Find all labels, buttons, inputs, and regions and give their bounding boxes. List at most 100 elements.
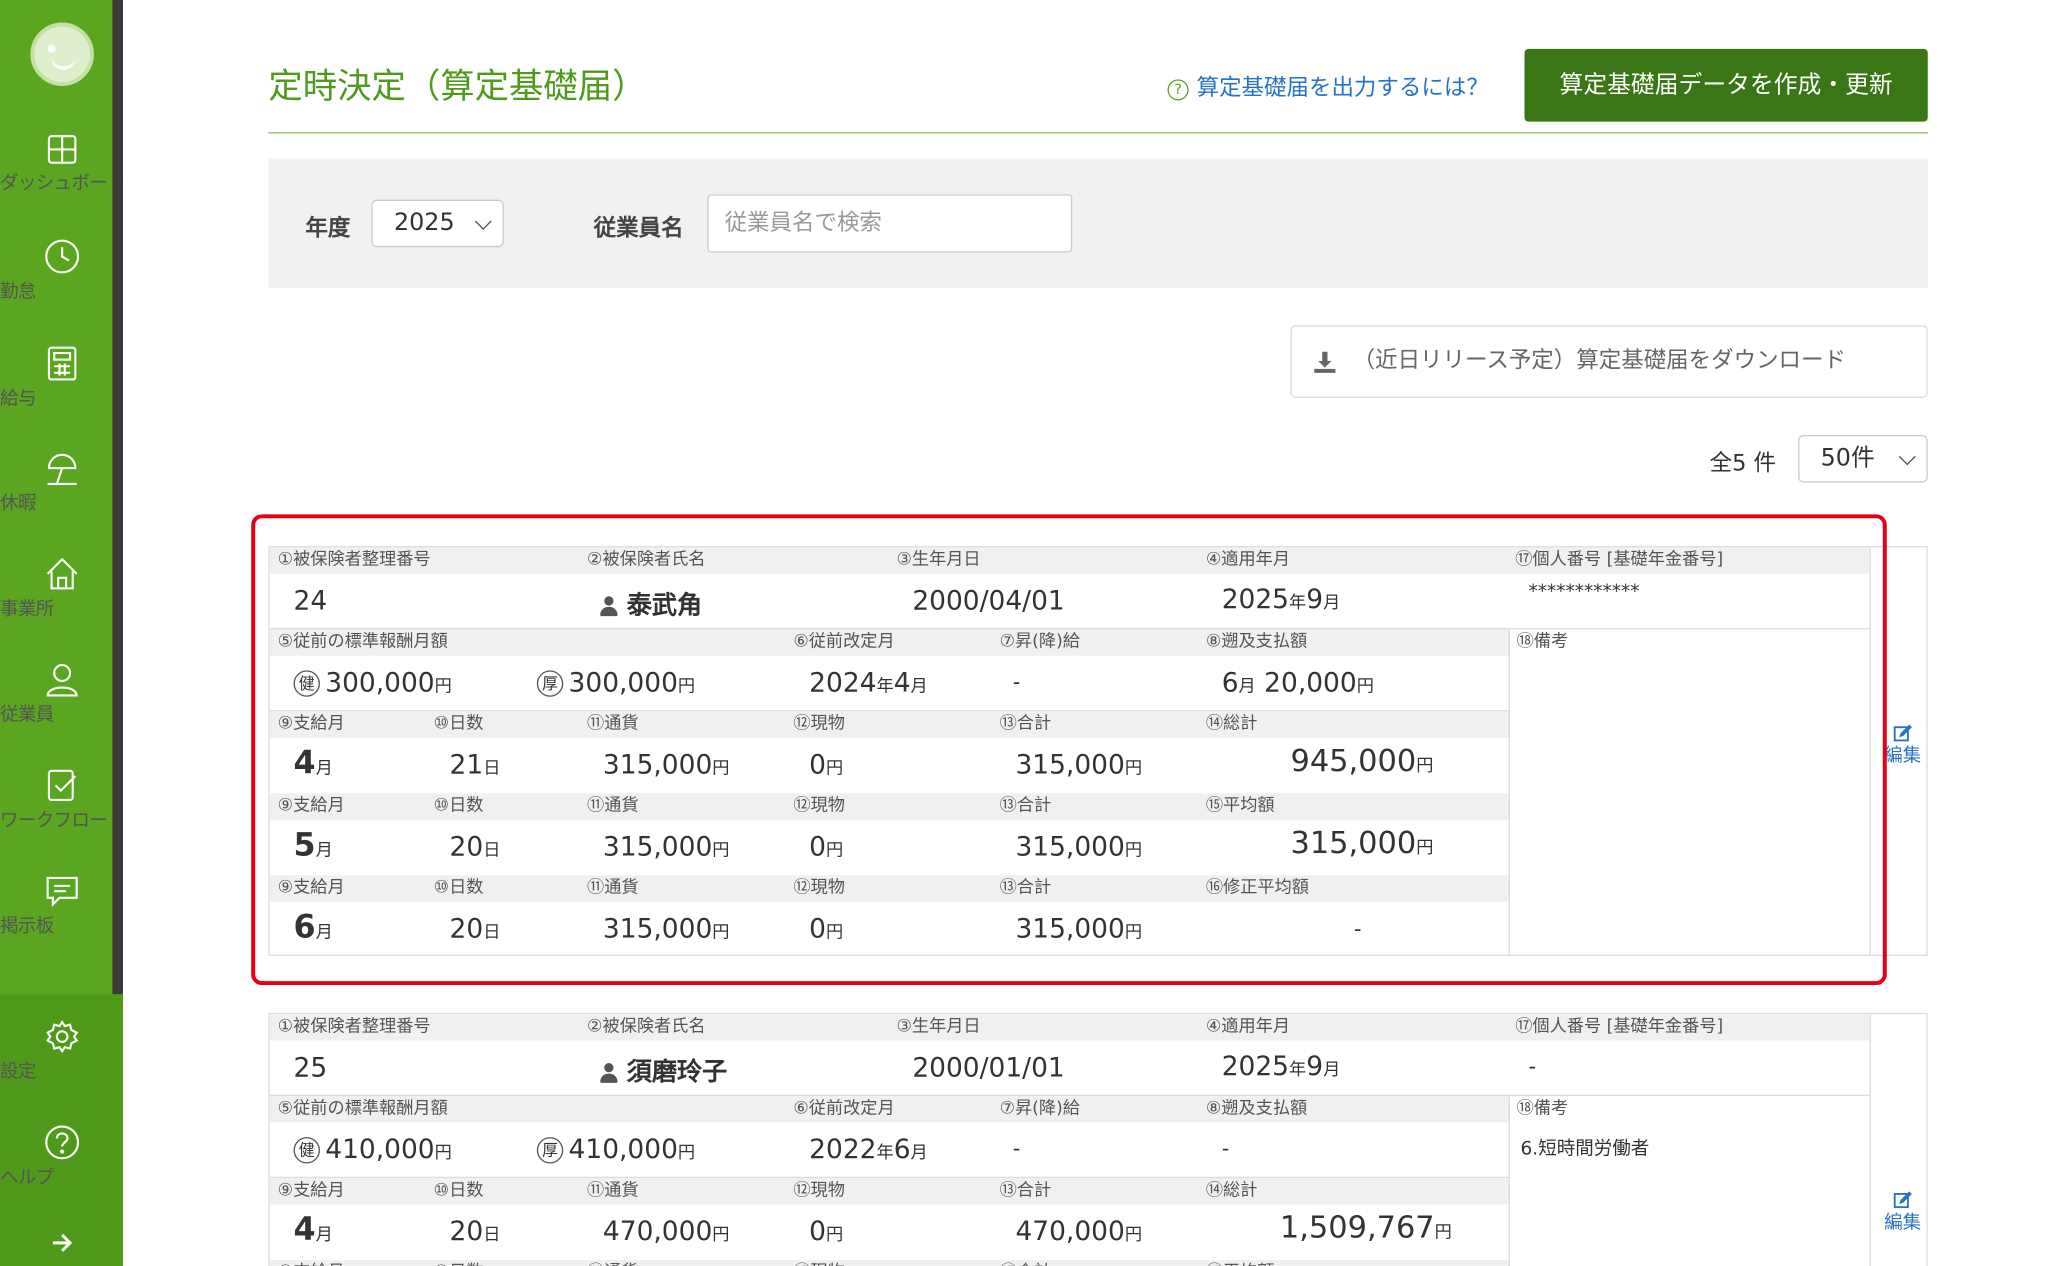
apply-month: 9 (1306, 583, 1324, 615)
name-label: ②被保険者氏名 (587, 1016, 706, 1037)
per-page-select[interactable]: 50件 (1798, 435, 1928, 483)
edit-link[interactable]: 編集 (1879, 723, 1927, 768)
retro-value: 6月 20,000円 (1222, 666, 1374, 698)
insured-name-text: 須磨玲子 (626, 1057, 728, 1087)
chevron-down-icon (1898, 448, 1916, 466)
inkind-label: ⑫現物 (793, 877, 845, 898)
raise-value: - (1012, 1135, 1021, 1161)
insured-name-text: 泰武角 (626, 591, 703, 621)
prev-pension-value: 厚 300,000円 (536, 666, 695, 698)
sidebar-item-help[interactable]: ヘルプ (0, 1124, 123, 1189)
apply-ym-label: ④適用年月 (1205, 550, 1291, 570)
help-icon (44, 1125, 79, 1160)
retro-value: - (1221, 1135, 1230, 1161)
label-row: ⑤従前の標準報酬月額 ⑥従前改定月 ⑦昇(降)給 ⑧遡及支払額 (269, 629, 1509, 656)
currency-amount: 315,000 (602, 912, 713, 945)
edit-column: 編集 (1869, 547, 1929, 955)
sidebar-item-board[interactable]: 掲示板 (0, 873, 123, 937)
unit-yen: 円 (712, 1225, 730, 1246)
avatar[interactable] (30, 22, 94, 86)
sidebar-item-label: ワークフロー (0, 810, 108, 832)
create-update-button[interactable]: 算定基礎届データを作成・更新 (1524, 48, 1928, 122)
retro-amount: 20,000 (1264, 666, 1357, 699)
sidebar-scrollbar[interactable] (112, 0, 123, 995)
subtotal-value: 315,000円 (1015, 830, 1142, 862)
label-row: ①被保険者整理番号 ②被保険者氏名 ③生年月日 ④適用年月 ⑰個人番号 [基礎年… (269, 1014, 1870, 1041)
calculator-icon (47, 346, 76, 381)
help-link-text: 算定基礎届を出力するには？ (1196, 75, 1489, 102)
sidebar-item-label: ダッシュボード (0, 173, 126, 195)
sidebar-item-label: 従業員 (0, 704, 54, 726)
pay-month-number: 6 (293, 908, 316, 946)
unit-day: 日 (483, 922, 501, 943)
inkind-label: ⑫現物 (793, 1260, 845, 1266)
unit-year: 年 (876, 676, 894, 697)
unit-day: 日 (483, 758, 501, 779)
sidebar-bottom: 設定 ヘルプ (0, 994, 123, 1266)
sidebar-item-attendance[interactable]: 勤怠 (0, 238, 123, 303)
health-mark: 健 (293, 1137, 320, 1164)
currency-label: ⑪通貨 (587, 713, 639, 734)
sidebar-item-settings[interactable]: 設定 (0, 1018, 123, 1083)
sidebar-item-workflow[interactable]: ワークフロー (0, 767, 123, 832)
prev-revision-value: 2022年6月 (809, 1133, 928, 1165)
pay-month-value: 6月 (294, 908, 333, 945)
subtotal-amount: 315,000 (1015, 830, 1125, 863)
sidebar-item-leave[interactable]: 休暇 (0, 450, 123, 514)
help-link[interactable]: ? 算定基礎届を出力するには？ (1167, 69, 1489, 102)
chat-icon (45, 876, 78, 907)
unit-year: 年 (1289, 1060, 1307, 1081)
unit-yen: 円 (1124, 758, 1143, 779)
days-value: 20日 (450, 1215, 501, 1247)
inkind-value: 0円 (809, 1215, 843, 1247)
employee-search-input[interactable] (707, 194, 1073, 253)
subtotal-label: ⑬合計 (999, 795, 1052, 816)
edit-link[interactable]: 編集 (1879, 1190, 1927, 1235)
per-page-value: 50件 (1820, 444, 1875, 473)
days-label: ⑩日数 (433, 795, 484, 816)
days-number: 20 (449, 912, 484, 945)
subtotal-label: ⑬合計 (999, 713, 1052, 734)
edit-icon (1893, 724, 1912, 742)
apply-ym-value: 2025年9月 (1222, 1050, 1341, 1082)
sidebar-item-employees[interactable]: 従業員 (0, 661, 123, 726)
sidebar-item-dashboard[interactable]: ダッシュボード (0, 132, 126, 194)
download-button-label: （近日リリース予定）算定基礎届をダウンロード (1352, 347, 1846, 375)
inkind-amount: 0 (809, 830, 827, 863)
sidebar-item-label: 勤怠 (0, 281, 36, 303)
sidebar: ダッシュボード 勤怠 給与 休暇 事業所 従業員 ワークフロー 掲示板 設定 ヘ… (0, 0, 126, 1266)
sidebar-item-office[interactable]: 事業所 (0, 555, 123, 620)
inkind-label: ⑫現物 (793, 713, 845, 734)
unit-yen: 円 (677, 1143, 696, 1164)
label-row: ⑨支給月 ⑩日数 ⑪通貨 ⑫現物 ⑬合計 ⑭総計 (269, 711, 1509, 738)
edit-link-label: 編集 (1884, 1212, 1922, 1234)
year-select[interactable]: 2025 (371, 199, 504, 248)
currency-value: 315,000円 (603, 748, 730, 780)
birth-value: 2000/04/01 (912, 584, 1065, 617)
unit-month: 月 (315, 922, 333, 943)
download-button[interactable]: （近日リリース予定）算定基礎届をダウンロード (1290, 325, 1928, 398)
personal-no-value: ************ (1528, 581, 1640, 603)
days-label: ⑩日数 (433, 877, 484, 898)
unit-year: 年 (876, 1143, 894, 1164)
birth-label: ③生年月日 (896, 550, 981, 570)
prev-rev-month: 4 (893, 666, 911, 699)
pay-month-label: ⑨支給月 (277, 795, 345, 816)
sidebar-item-payroll[interactable]: 給与 (0, 345, 123, 410)
personal-no-label: ⑰個人番号 [基礎年金番号] (1515, 1016, 1724, 1037)
sidebar-item-label: 休暇 (0, 493, 36, 515)
pay-month-number: 5 (293, 826, 316, 864)
currency-label: ⑪通貨 (587, 877, 639, 898)
prev-rev-year: 2024 (809, 666, 877, 699)
unit-yen: 円 (434, 676, 452, 697)
year-select-value: 2025 (394, 208, 455, 237)
prev-std-label: ⑤従前の標準報酬月額 (277, 1098, 448, 1119)
inkind-value: 0円 (809, 748, 843, 780)
unit-month: 月 (315, 1225, 333, 1246)
unit-month: 月 (910, 676, 928, 697)
insured-no-label: ①被保険者整理番号 (277, 1016, 431, 1037)
chevron-down-icon (474, 213, 492, 230)
remarks-value: 6.短時間労働者 (1520, 1138, 1650, 1160)
sidebar-collapse-button[interactable] (0, 1230, 123, 1256)
days-value: 21日 (450, 748, 501, 780)
